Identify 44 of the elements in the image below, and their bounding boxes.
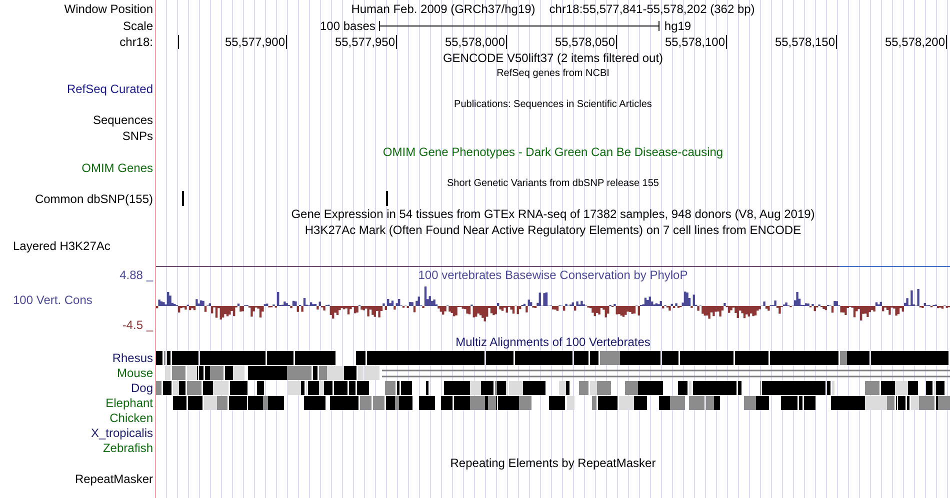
ruler-tick-label: 55,578,150 xyxy=(774,35,837,49)
track-title: 100 vertebrates Basewise Conservation by PhyloP xyxy=(418,267,688,283)
snp-marker[interactable] xyxy=(182,191,184,206)
track-title: GENCODE V50lift37 (2 items filtered out) xyxy=(442,51,664,65)
position-text: chr18:55,577,841-55,578,202 (362 bp) xyxy=(549,2,755,16)
ruler-tick-label: 55,577,950 xyxy=(334,35,397,49)
track-label[interactable]: RepeatMasker xyxy=(74,472,156,486)
snp-marker[interactable] xyxy=(386,191,388,206)
track-label: Window Position xyxy=(64,2,154,16)
track-title: Gene Expression in 54 tissues from GTEx RNA-seq of 17382 samples, 948 donors (V8, Aug 2019) xyxy=(291,207,815,221)
track-label[interactable]: RefSeq Curated xyxy=(66,82,156,96)
track-title: RefSeq genes from NCBI xyxy=(496,68,610,80)
track-label[interactable]: X_tropicalis xyxy=(90,426,156,440)
track-label[interactable]: Layered H3K27Ac xyxy=(0,238,114,252)
track-label[interactable]: Elephant xyxy=(106,396,156,410)
ruler-tick-label: 55,578,050 xyxy=(554,35,617,49)
ruler-tick-mark xyxy=(178,35,179,49)
track-title: Short Genetic Variants from dbSNP release 155 xyxy=(447,178,659,190)
axis-max-label: 4.88 _ xyxy=(120,268,154,282)
track-title: Multiz Alignments of 100 Vertebrates xyxy=(456,335,650,349)
track-title: H3K27Ac Mark (Often Found Near Active Regulatory Elements) on 7 cell lines from ENCODE xyxy=(304,223,802,237)
track-title: Publications: Sequences in Scientific Articles xyxy=(454,98,652,110)
track-label[interactable]: SNPs xyxy=(122,129,156,143)
track-title: OMIM Gene Phenotypes - Dark Green Can Be Disease-causing xyxy=(382,145,724,159)
assembly-name: hg19 xyxy=(664,18,692,32)
track-label[interactable]: OMIM Genes xyxy=(82,161,156,175)
ruler-tick-label: 55,578,200 xyxy=(884,35,947,49)
track-label[interactable]: Zebrafish xyxy=(102,440,156,454)
ruler-tick-label: 55,578,000 xyxy=(444,35,507,49)
track-label[interactable]: Mouse xyxy=(116,366,156,380)
track-label: Scale xyxy=(122,18,154,32)
track-label[interactable]: Dog xyxy=(130,380,156,394)
track-label[interactable]: Rhesus xyxy=(112,350,156,364)
axis-min-label: -4.5 _ xyxy=(122,318,154,332)
track-label[interactable]: Common dbSNP(155) xyxy=(34,192,156,206)
track-label[interactable]: Sequences xyxy=(92,113,156,127)
ruler-tick-label: 55,578,100 xyxy=(664,35,727,49)
scale-length: 100 bases xyxy=(320,18,376,32)
track-title: Repeating Elements by RepeatMasker xyxy=(450,456,656,470)
track-label: chr18: xyxy=(120,35,154,49)
track-label[interactable]: 100 Vert. Cons xyxy=(0,293,92,307)
track-label[interactable]: Chicken xyxy=(110,410,156,424)
ruler-tick-label: 55,577,900 xyxy=(224,35,287,49)
assembly-title: Human Feb. 2009 (GRCh37/hg19) xyxy=(351,2,536,16)
